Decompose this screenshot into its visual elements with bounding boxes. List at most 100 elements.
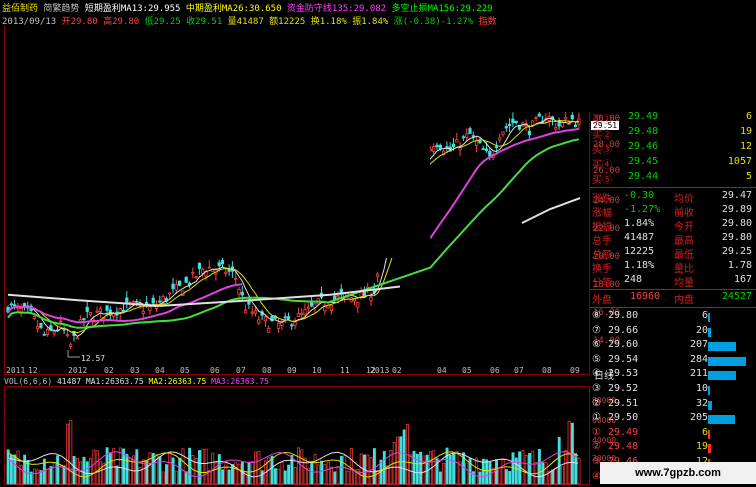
- stat-label: 量比: [674, 264, 694, 275]
- candle-body: [131, 301, 135, 304]
- occlusion: [430, 26, 590, 112]
- tick-volume-bar: [708, 371, 737, 381]
- buy-price: 29.45: [628, 156, 659, 167]
- stat-row[interactable]: 总额 12225 最低 29.25: [590, 246, 756, 261]
- stat-label: 总手: [592, 236, 612, 247]
- tick-volume: 32: [695, 397, 708, 409]
- tick-row[interactable]: ② 29.51 32: [590, 398, 756, 413]
- volume-bar: [475, 457, 479, 485]
- stat-row[interactable]: 分笔 248 均量 167: [590, 274, 756, 289]
- stat-label: 振幅: [592, 222, 612, 233]
- stat-row[interactable]: 涨跌 -0.30 均价 29.47: [590, 190, 756, 205]
- tick-row[interactable]: ⑦ 29.66 20: [590, 325, 756, 340]
- kline-canvas[interactable]: [0, 0, 590, 487]
- volume-bar: [105, 447, 109, 485]
- candle-body: [445, 146, 449, 149]
- tick-row[interactable]: ⑧ 29.80 6: [590, 310, 756, 325]
- tick-row[interactable]: ② 29.48 19: [590, 441, 756, 456]
- volume-bar: [9, 454, 13, 485]
- buy-order-row[interactable]: 买① 29.49 6: [590, 111, 756, 126]
- tick-volume-bar: [708, 342, 736, 352]
- tick-price: 29.52: [608, 383, 639, 394]
- volume-bar: [108, 453, 112, 485]
- time-tick-label: 07: [514, 366, 524, 375]
- volume-bar: [495, 459, 498, 485]
- kline-chart-area[interactable]: [0, 0, 590, 487]
- tick-volume: 207: [689, 339, 708, 351]
- stat-value: 248: [624, 274, 643, 285]
- candle-body: [478, 140, 482, 143]
- tick-row[interactable]: ④ 29.53 211: [590, 368, 756, 383]
- inner-label: 内盘: [674, 295, 694, 306]
- candle-body: [161, 296, 165, 303]
- buy-volume: 1057: [727, 156, 752, 167]
- stat-value: -0.30: [624, 190, 655, 201]
- volume-bar: [402, 429, 406, 485]
- buy-level-label: 买①: [592, 115, 612, 126]
- buy-order-row[interactable]: 买② 29.48 19: [590, 126, 756, 141]
- time-tick-label: 05: [180, 366, 190, 375]
- candle-body: [148, 306, 152, 312]
- candle-body: [36, 325, 40, 330]
- volume-bar: [46, 468, 50, 485]
- volume-bar: [491, 467, 495, 485]
- candle-body: [507, 123, 512, 126]
- candle-body: [438, 144, 442, 150]
- volume-bar: [293, 467, 297, 485]
- candle-body: [257, 319, 261, 324]
- candle-body: [263, 316, 268, 322]
- candle-body: [46, 329, 50, 335]
- header-segment: 额12225: [263, 17, 306, 27]
- buy-order-row[interactable]: 买③ 29.46 12: [590, 141, 756, 156]
- volume-bar: [161, 471, 165, 485]
- volume-bar: [359, 453, 363, 485]
- volume-bar: [330, 466, 333, 485]
- candle-body: [293, 321, 297, 326]
- tick-index: ②: [592, 441, 601, 453]
- candle-body: [537, 113, 541, 117]
- candle-body: [290, 324, 294, 327]
- tick-price: 29.80: [608, 310, 639, 321]
- time-tick-label: 09: [570, 366, 580, 375]
- volume-bar: [297, 447, 300, 485]
- header-segment: 高29.80: [97, 17, 140, 27]
- volume-bar: [89, 457, 93, 485]
- buy-order-row[interactable]: 买⑤ 29.44 5: [590, 171, 756, 186]
- stat-row[interactable]: 总手 41487 最高 29.80: [590, 232, 756, 247]
- stat-value: 1.84%: [624, 218, 655, 229]
- outer-inner-row[interactable]: 外盘 16960 内盘 24527: [590, 291, 756, 306]
- time-tick-label: 02: [392, 366, 402, 375]
- stat-value: 41487: [624, 232, 655, 243]
- time-tick-label: 2011: [6, 366, 26, 375]
- bar-info-header: 2013/09/13 开29.80 高29.80 低29.25 收29.51 量…: [2, 14, 497, 27]
- volume-bar: [135, 449, 139, 485]
- tick-row[interactable]: ① 29.50 205: [590, 412, 756, 427]
- tick-row[interactable]: ① 29.49 6: [590, 427, 756, 442]
- header-segment: 振1.84%: [346, 17, 389, 27]
- tick-volume-bar: [708, 356, 746, 366]
- buy-order-row[interactable]: 买④ 29.45 1057: [590, 156, 756, 171]
- tick-row[interactable]: ⑤ 29.54 284: [590, 354, 756, 369]
- candle-body: [484, 148, 489, 151]
- candle-body: [349, 297, 353, 303]
- volume-bar: [541, 462, 545, 485]
- header-segment: 多空止损MA156:29.229: [386, 4, 493, 14]
- volume-bar: [174, 470, 178, 485]
- volume-bar: [409, 454, 413, 485]
- buy-volume: 6: [745, 111, 752, 122]
- tick-row[interactable]: ⑥ 29.60 207: [590, 339, 756, 354]
- buy-price: 29.48: [628, 126, 659, 137]
- stat-row[interactable]: 涨幅 -1.27% 前收 29.89: [590, 204, 756, 219]
- candle-body: [32, 316, 37, 319]
- candle-body: [375, 273, 380, 277]
- candle-body: [158, 300, 162, 303]
- stat-row[interactable]: 换手 1.18% 量比 1.78: [590, 260, 756, 275]
- volume-bar: [115, 465, 119, 485]
- tick-row[interactable]: ③ 29.52 10: [590, 383, 756, 398]
- stat-row[interactable]: 振幅 1.84% 今开 29.80: [590, 218, 756, 233]
- time-tick-label: 08: [542, 366, 552, 375]
- volume-bar: [171, 457, 175, 485]
- volume-bar: [528, 453, 531, 485]
- candle-body: [85, 306, 89, 313]
- candle-body: [65, 334, 69, 337]
